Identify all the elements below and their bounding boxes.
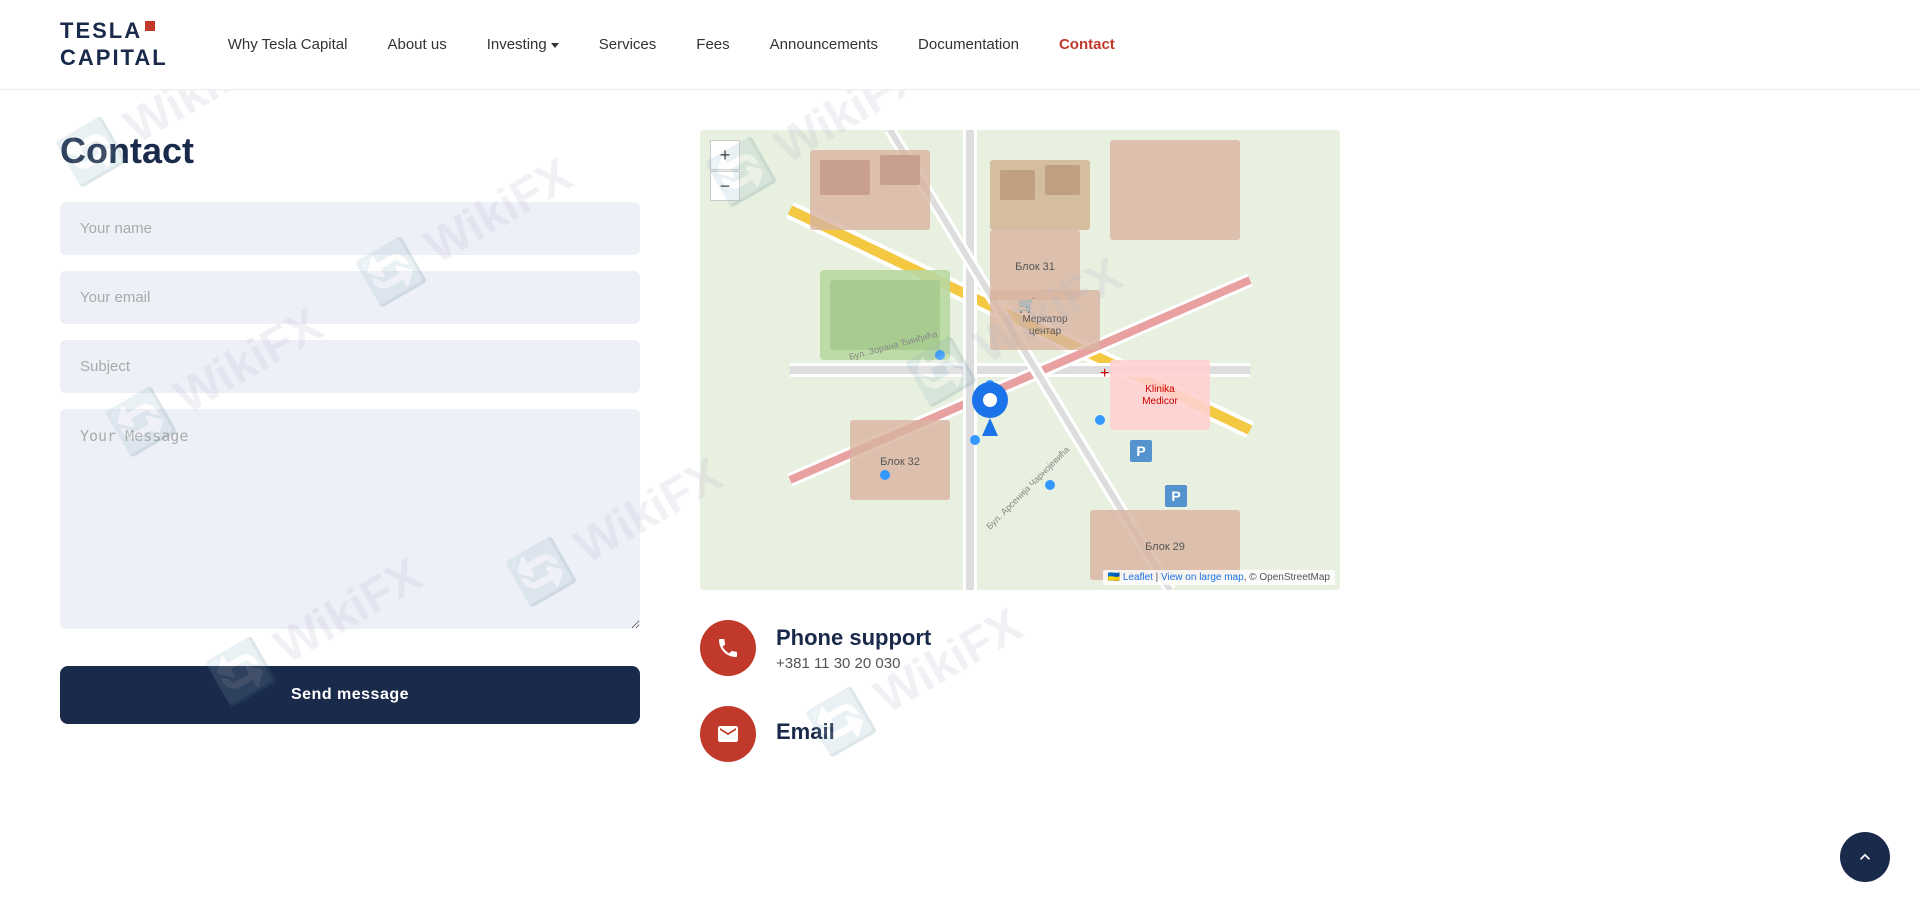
map-container: Блок 31 Блок 32 Klinika Medicor + Меркат…	[700, 130, 1340, 590]
nav-link-services[interactable]: Services	[599, 36, 657, 53]
svg-text:Medicor: Medicor	[1142, 396, 1178, 407]
phone-support-item: Phone support +381 11 30 20 030	[700, 620, 1340, 676]
phone-support-label: Phone support	[776, 625, 931, 651]
main-content: Contact Send message	[0, 90, 1400, 822]
nav-item-services: Services	[599, 36, 657, 54]
logo-text: TESLACAPITAL	[60, 18, 168, 71]
subject-group	[60, 340, 640, 393]
contact-form: Send message	[60, 202, 640, 724]
osm-attribution: © OpenStreetMap	[1249, 572, 1330, 583]
page-title: Contact	[60, 130, 640, 172]
nav-item-announcements: Announcements	[770, 36, 878, 54]
contact-info-section: Блок 31 Блок 32 Klinika Medicor + Меркат…	[700, 130, 1340, 762]
zoom-in-button[interactable]: +	[710, 140, 740, 170]
arrow-up-icon	[1855, 847, 1875, 867]
nav-links: Why Tesla Capital About us Investing Ser…	[228, 36, 1860, 54]
svg-text:🛒: 🛒	[1018, 297, 1035, 314]
phone-icon	[716, 636, 740, 660]
nav-link-contact[interactable]: Contact	[1059, 36, 1115, 53]
svg-text:Блок 32: Блок 32	[880, 456, 920, 468]
map-attribution: 🇺🇦 Leaflet | View on large map, © OpenSt…	[1103, 570, 1335, 585]
nav-link-why-tesla[interactable]: Why Tesla Capital	[228, 36, 348, 53]
name-input[interactable]	[60, 202, 640, 255]
logo[interactable]: TESLACAPITAL	[60, 18, 168, 71]
svg-text:P: P	[1136, 443, 1145, 459]
chevron-down-icon	[551, 43, 559, 48]
nav-item-about: About us	[387, 36, 446, 54]
svg-text:Блок 31: Блок 31	[1015, 261, 1055, 273]
email-icon	[716, 722, 740, 746]
svg-text:P: P	[1171, 488, 1180, 504]
nav-link-fees[interactable]: Fees	[696, 36, 729, 53]
phone-icon-circle	[700, 620, 756, 676]
svg-text:Меркатор: Меркатор	[1022, 314, 1068, 325]
email-group	[60, 271, 640, 324]
scroll-top-button[interactable]	[1840, 832, 1890, 882]
map-controls: + −	[710, 140, 740, 201]
svg-text:Блок 29: Блок 29	[1145, 541, 1185, 553]
message-textarea[interactable]	[60, 409, 640, 629]
contact-form-section: Contact Send message	[60, 130, 640, 762]
email-icon-circle	[700, 706, 756, 762]
nav-item-investing: Investing	[487, 36, 559, 53]
leaflet-link[interactable]: Leaflet	[1123, 572, 1153, 583]
name-group	[60, 202, 640, 255]
message-group	[60, 409, 640, 634]
nav-link-documentation[interactable]: Documentation	[918, 36, 1019, 53]
nav-item-contact: Contact	[1059, 36, 1115, 54]
email-label: Email	[776, 719, 835, 745]
logo-square	[145, 21, 155, 31]
nav-link-investing[interactable]: Investing	[487, 36, 559, 53]
nav-item-documentation: Documentation	[918, 36, 1019, 54]
phone-support-info: Phone support +381 11 30 20 030	[776, 625, 931, 672]
subject-input[interactable]	[60, 340, 640, 393]
svg-text:Klinika: Klinika	[1145, 384, 1175, 395]
email-item: Email	[700, 706, 1340, 762]
map-svg: Блок 31 Блок 32 Klinika Medicor + Меркат…	[700, 130, 1340, 590]
nav-item-fees: Fees	[696, 36, 729, 54]
email-input[interactable]	[60, 271, 640, 324]
navbar: TESLACAPITAL Why Tesla Capital About us …	[0, 0, 1920, 90]
phone-support-value: +381 11 30 20 030	[776, 655, 931, 672]
nav-item-why-tesla: Why Tesla Capital	[228, 36, 348, 54]
zoom-out-button[interactable]: −	[710, 171, 740, 201]
nav-link-announcements[interactable]: Announcements	[770, 36, 878, 53]
view-large-map-link[interactable]: View on large map	[1161, 572, 1244, 583]
nav-link-about[interactable]: About us	[387, 36, 446, 53]
svg-text:+: +	[1100, 365, 1109, 382]
svg-text:центар: центар	[1029, 326, 1062, 337]
send-button[interactable]: Send message	[60, 666, 640, 724]
email-info: Email	[776, 719, 835, 749]
